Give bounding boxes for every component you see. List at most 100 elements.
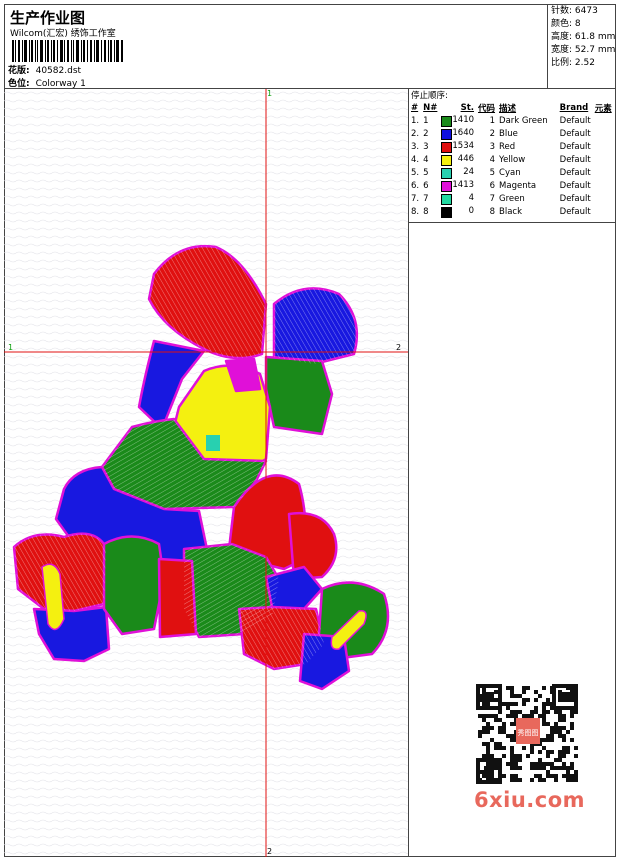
color-swatch — [441, 180, 453, 192]
row-index: 7. — [411, 193, 420, 204]
table-row: 4. 4 446 4 Yellow Default — [409, 153, 614, 166]
row-index: 4. — [411, 154, 420, 165]
row-description: Green — [499, 193, 525, 204]
design-canvas: 1 1 2 2 — [4, 89, 409, 857]
row-n: 6 — [423, 180, 429, 191]
row-index: 8. — [411, 206, 420, 217]
stat-width: 宽度: 52.7 mm — [551, 45, 616, 55]
table-header-row: # N# St. 代码 描述 Brand 元素 — [409, 101, 614, 114]
table-row: 3. 3 1534 3 Red Default — [409, 140, 614, 153]
stop-sequence-table: # N# St. 代码 描述 Brand 元素 1. 1 1410 1 Dark Gre… — [409, 101, 614, 218]
barcode — [12, 40, 123, 62]
row-brand: Default — [559, 180, 591, 191]
row-code: 2 — [489, 128, 496, 139]
table-row: 2. 2 1640 2 Blue Default — [409, 127, 614, 140]
row-code: 6 — [489, 180, 496, 191]
axis-right-label: 2 — [396, 343, 402, 352]
company-name: Wilcom(汇宏) 绣饰工作室 — [10, 29, 116, 39]
row-description: Red — [499, 141, 516, 152]
table-row: 6. 6 1413 6 Magenta Default — [409, 179, 614, 192]
row-code: 3 — [489, 141, 496, 152]
table-row: 7. 7 4 7 Green Default — [409, 192, 614, 205]
row-index: 3. — [411, 141, 420, 152]
col-description: 描述 — [499, 103, 517, 114]
row-description: Blue — [499, 128, 518, 139]
row-description: Dark Green — [499, 115, 548, 126]
row-n: 8 — [423, 206, 429, 217]
stat-colors: 颜色: 8 — [551, 19, 581, 29]
stat-scale: 比例: 2.52 — [551, 58, 595, 68]
row-n: 7 — [423, 193, 429, 204]
colorway-line: 色位: Colorway 1 — [8, 76, 86, 89]
stats-panel: 针数: 6473 颜色: 8 高度: 61.8 mm 宽度: 52.7 mm 比… — [547, 4, 616, 89]
row-n: 2 — [423, 128, 429, 139]
row-description: Magenta — [499, 180, 537, 191]
table-row: 1. 1 1410 1 Dark Green Default — [409, 114, 614, 127]
row-stitches: 1534 — [439, 140, 476, 153]
axis-top-label: 1 — [267, 89, 273, 98]
row-index: 6. — [411, 180, 420, 191]
stop-sequence-title: 停止顺序: — [411, 91, 448, 101]
color-swatch — [441, 115, 453, 127]
col-n: N# — [423, 102, 438, 113]
table-row: 8. 8 0 8 Black Default — [409, 205, 614, 218]
color-swatch — [441, 206, 453, 218]
row-description: Yellow — [499, 154, 526, 165]
col-element: 元素 — [594, 103, 612, 114]
row-code: 4 — [489, 154, 496, 165]
row-n: 5 — [423, 167, 429, 178]
row-code: 8 — [489, 206, 496, 217]
row-stitches: 24 — [439, 166, 476, 179]
row-stitches: 1640 — [439, 127, 476, 140]
row-index: 5. — [411, 167, 420, 178]
row-element — [593, 205, 614, 218]
color-swatch — [441, 141, 453, 153]
col-stitches: St. — [460, 102, 475, 113]
axis-bottom-label: 2 — [267, 847, 273, 856]
design-label: 花版: — [8, 66, 30, 76]
stat-stitches: 针数: 6473 — [551, 6, 598, 16]
color-swatch — [441, 167, 453, 179]
row-brand: Default — [559, 141, 591, 152]
row-element — [593, 114, 614, 127]
colorway-label: 色位: — [8, 79, 30, 89]
col-code: 代码 — [478, 103, 496, 114]
row-brand: Default — [559, 206, 591, 217]
row-element — [593, 153, 614, 166]
row-element — [593, 140, 614, 153]
page-title: 生产作业图 — [10, 9, 86, 27]
col-index: # — [411, 102, 419, 113]
row-brand: Default — [559, 167, 591, 178]
row-stitches: 446 — [439, 153, 476, 166]
row-code: 5 — [489, 167, 496, 178]
watermark: 6xiu.com — [474, 788, 586, 812]
color-swatch — [441, 193, 453, 205]
qr-code: 秀图图 — [470, 682, 584, 786]
row-stitches: 0 — [439, 205, 476, 218]
row-element — [593, 127, 614, 140]
row-brand: Default — [559, 115, 591, 126]
row-element — [593, 166, 614, 179]
colorway-value: Colorway 1 — [35, 79, 86, 89]
design-file: 40582.dst — [35, 66, 82, 76]
col-brand: Brand — [559, 102, 589, 113]
row-description: Cyan — [499, 167, 521, 178]
row-index: 2. — [411, 128, 420, 139]
row-n: 1 — [423, 115, 429, 126]
row-stitches: 1410 — [439, 114, 476, 127]
row-brand: Default — [559, 193, 591, 204]
header: 生产作业图 Wilcom(汇宏) 绣饰工作室 花版: 40582.dst 色位: C… — [4, 4, 616, 89]
row-brand: Default — [559, 154, 591, 165]
table-row: 5. 5 24 5 Cyan Default — [409, 166, 614, 179]
row-element — [593, 192, 614, 205]
row-n: 4 — [423, 154, 429, 165]
row-description: Black — [499, 206, 523, 217]
row-stitches: 4 — [439, 192, 476, 205]
row-stitches: 1413 — [439, 179, 476, 192]
row-index: 1. — [411, 115, 420, 126]
row-code: 1 — [489, 115, 496, 126]
row-brand: Default — [559, 128, 591, 139]
stop-sequence-panel: 停止顺序: # N# St. 代码 描述 Brand 元素 1. 1 1410 1 Da… — [409, 89, 616, 223]
row-code: 7 — [489, 193, 496, 204]
axis-left-label: 1 — [8, 343, 14, 352]
